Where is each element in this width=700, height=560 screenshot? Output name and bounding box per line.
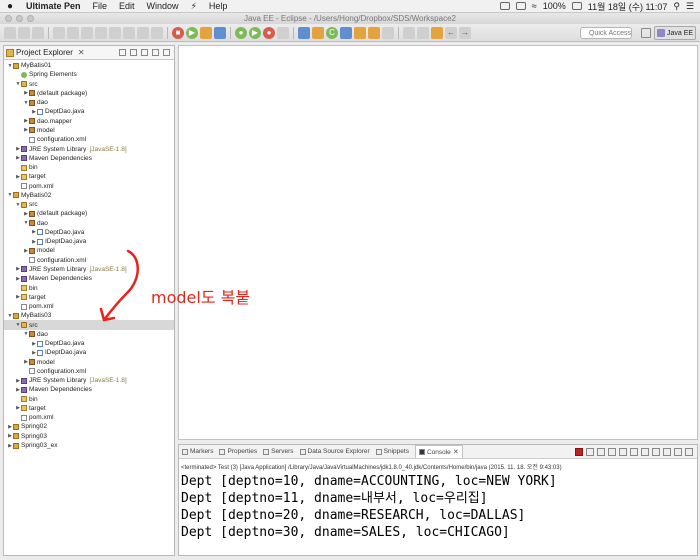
console-line: Dept [deptno=30, dname=SALES, loc=CHICAG… — [181, 525, 510, 540]
tab-label: Properties — [227, 448, 258, 455]
servers-icon — [263, 448, 270, 455]
console-icon — [418, 449, 425, 455]
console-view: Markers Properties Servers Data Source Expl… — [178, 444, 698, 556]
console-line: Dept [deptno=20, dname=RESEARCH, loc=DAL… — [181, 508, 526, 523]
tab-label: Snippets — [383, 448, 409, 455]
terminate-icon[interactable] — [575, 447, 583, 456]
properties-icon — [219, 448, 226, 455]
console-tabbar: Markers Properties Servers Data Source Expl… — [179, 445, 697, 459]
word-wrap-icon[interactable] — [630, 447, 638, 456]
remove-all-icon[interactable] — [597, 447, 605, 456]
tab-snippets[interactable]: Snippets — [375, 448, 409, 455]
tab-label: Servers — [271, 448, 294, 455]
console-line: Dept [deptno=11, dname=내부서, loc=우리집] — [181, 491, 488, 506]
snippets-icon — [375, 448, 382, 455]
close-icon[interactable]: ✕ — [453, 448, 459, 456]
tab-markers[interactable]: Markers — [182, 448, 213, 455]
console-output[interactable]: Dept [deptno=10, dname=ACCOUNTING, loc=N… — [179, 471, 697, 541]
annotation-text: model도 복붙 — [151, 288, 251, 307]
tab-label: Markers — [190, 448, 214, 455]
display-console-icon[interactable] — [652, 447, 660, 456]
tab-console[interactable]: Console ✕ — [414, 445, 463, 458]
tab-properties[interactable]: Properties — [219, 448, 257, 455]
tab-label: Console — [426, 448, 451, 456]
console-line: Dept [deptno=10, dname=ACCOUNTING, loc=N… — [181, 474, 557, 489]
open-console-icon[interactable] — [663, 447, 671, 456]
pin-console-icon[interactable] — [641, 447, 649, 456]
tab-servers[interactable]: Servers — [263, 448, 294, 455]
tab-data-source-explorer[interactable]: Data Source Explorer — [299, 448, 370, 455]
tab-label: Data Source Explorer — [307, 448, 370, 455]
console-actions — [575, 447, 697, 456]
maximize-icon[interactable] — [685, 447, 693, 456]
minimize-icon[interactable] — [674, 447, 682, 456]
scroll-lock-icon[interactable] — [619, 447, 627, 456]
console-status: <terminated> Test (3) [Java Application]… — [181, 465, 562, 471]
data-source-explorer-icon — [299, 448, 306, 455]
remove-launch-icon[interactable] — [586, 447, 594, 456]
clear-console-icon[interactable] — [608, 447, 616, 456]
markers-icon — [182, 448, 188, 455]
